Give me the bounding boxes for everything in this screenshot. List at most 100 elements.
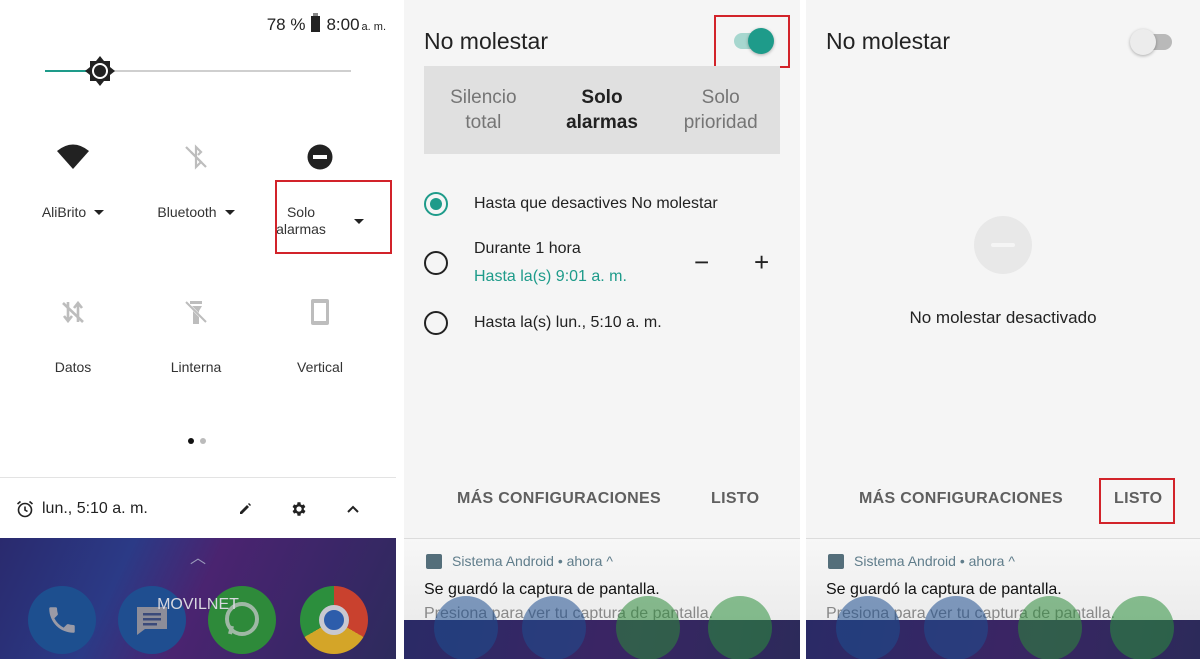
segment-label-line1: Solo: [581, 87, 623, 108]
bluetooth-off-icon: [136, 140, 256, 174]
app-drawer-arrow-icon[interactable]: ︿: [190, 544, 206, 568]
quick-settings-footer: lun., 5:10 a. m.: [16, 494, 380, 524]
expand-icon[interactable]: ^: [1008, 553, 1015, 569]
image-icon: [426, 553, 442, 569]
messages-icon: [924, 596, 988, 659]
battery-icon: [311, 13, 321, 32]
option-label: Hasta que desactives No molestar: [474, 195, 718, 212]
option-until-turned-off[interactable]: Hasta que desactives No molestar: [424, 192, 780, 216]
tile-label: Linterna: [170, 359, 222, 375]
segment-alarms-only[interactable]: Solo alarmas: [543, 66, 662, 154]
tile-flashlight[interactable]: Linterna: [136, 295, 256, 375]
radio[interactable]: [424, 311, 448, 335]
radio-selected[interactable]: [424, 192, 448, 216]
increase-duration-button[interactable]: +: [754, 247, 769, 278]
image-icon: [828, 553, 844, 569]
tile-wifi[interactable]: AliBrito: [13, 140, 133, 221]
status-bar: 78 % 8:00 a. m.: [266, 13, 386, 35]
clock: 8:00: [326, 15, 360, 34]
page-dot-active: [188, 438, 194, 444]
segment-label-line1: Silencio: [450, 87, 517, 108]
chevron-down-icon[interactable]: [224, 210, 235, 215]
portrait-rotation-icon: [260, 295, 380, 329]
wifi-icon: [13, 140, 133, 174]
tile-label: AliBrito: [41, 204, 87, 220]
collapse-button[interactable]: [326, 505, 380, 513]
dialog-title: No molestar: [826, 28, 950, 54]
flashlight-off-icon: [136, 295, 256, 329]
collapse-icon: [347, 505, 359, 513]
separator: •: [959, 553, 965, 569]
option-for-one-hour[interactable]: Durante 1 hora Hasta la(s) 9:01 a. m.: [424, 240, 780, 286]
highlight-box: [275, 180, 392, 254]
toggle-knob: [1130, 29, 1156, 55]
next-alarm[interactable]: lun., 5:10 a. m.: [16, 500, 218, 518]
option-sublabel: Hasta la(s) 9:01 a. m.: [474, 268, 627, 285]
notification-app: Sistema Android: [452, 553, 554, 569]
dnd-dialog-on: No molestar Silencio total Solo alarmas So…: [404, 0, 800, 659]
page-dot: [200, 438, 206, 444]
tile-mobile-data[interactable]: Datos: [13, 295, 133, 375]
messages-icon: [522, 596, 586, 659]
option-label: Durante 1 hora: [474, 240, 581, 257]
divider: [0, 477, 396, 478]
chevron-down-icon[interactable]: [94, 210, 105, 215]
brightness-icon[interactable]: [84, 55, 116, 87]
dnd-status-text: No molestar desactivado: [909, 308, 1097, 327]
next-alarm-label: lun., 5:10 a. m.: [42, 500, 148, 517]
segment-priority-only[interactable]: Solo prioridad: [661, 66, 780, 154]
do-not-disturb-off-icon: [974, 216, 1032, 274]
more-settings-button[interactable]: MÁS CONFIGURACIONES: [457, 490, 661, 508]
option-label: Hasta la(s) lun., 5:10 a. m.: [474, 314, 662, 331]
edit-icon: [240, 503, 251, 514]
notification-time: ahora: [566, 553, 603, 569]
whatsapp-icon: [616, 596, 680, 659]
phone-icon: [836, 596, 900, 659]
segment-total-silence[interactable]: Silencio total: [424, 66, 543, 154]
whatsapp-icon: [1018, 596, 1082, 659]
tile-label: Vertical: [297, 359, 343, 375]
tile-rotation[interactable]: Vertical: [260, 295, 380, 375]
mobile-data-off-icon: [13, 295, 133, 329]
page-indicator: [188, 438, 206, 444]
brightness-slider[interactable]: [45, 56, 351, 86]
clock-ampm: a. m.: [361, 21, 386, 33]
highlight-box: [1099, 478, 1175, 524]
dialog-title: No molestar: [424, 28, 548, 54]
edit-button[interactable]: [218, 502, 272, 516]
dnd-dialog-off: No molestar No molestar desactivado MÁS …: [806, 0, 1200, 659]
highlight-box: [714, 15, 790, 68]
home-dock-background: [806, 596, 1200, 659]
decrease-duration-button[interactable]: −: [694, 247, 709, 278]
tile-label: Bluetooth: [157, 204, 217, 220]
dnd-mode-selector: Silencio total Solo alarmas Solo prioridad: [424, 66, 780, 154]
do-not-disturb-icon: [260, 140, 380, 174]
option-until-alarm[interactable]: Hasta la(s) lun., 5:10 a. m.: [424, 311, 780, 335]
segment-label-line2: alarmas: [566, 112, 638, 133]
notification-header: Sistema Android • ahora ^: [828, 553, 1015, 569]
chrome-icon: [1110, 596, 1174, 659]
done-button[interactable]: LISTO: [711, 490, 759, 508]
notification-header: Sistema Android • ahora ^: [426, 553, 613, 569]
notification-app: Sistema Android: [854, 553, 956, 569]
dnd-toggle[interactable]: [1130, 29, 1172, 55]
alarm-icon: [16, 500, 34, 518]
segment-label-line2: total: [465, 112, 502, 133]
notification-time: ahora: [968, 553, 1005, 569]
segment-label-line2: prioridad: [683, 112, 758, 133]
phone-icon: [434, 596, 498, 659]
more-settings-button[interactable]: MÁS CONFIGURACIONES: [859, 490, 1063, 508]
expand-icon[interactable]: ^: [606, 553, 613, 569]
home-dock-background: [404, 596, 800, 659]
tile-label: Datos: [54, 359, 92, 375]
battery-percent: 78 %: [266, 15, 306, 34]
segment-label-line1: Solo: [701, 87, 740, 108]
chrome-icon: [708, 596, 772, 659]
carrier-name: MOVILNET: [157, 596, 239, 613]
radio[interactable]: [424, 251, 448, 275]
tile-bluetooth[interactable]: Bluetooth: [136, 140, 256, 221]
home-screen-background: ︿ MOVILNET: [0, 538, 396, 659]
settings-icon: [292, 502, 306, 516]
separator: •: [557, 553, 563, 569]
settings-button[interactable]: [272, 500, 326, 518]
